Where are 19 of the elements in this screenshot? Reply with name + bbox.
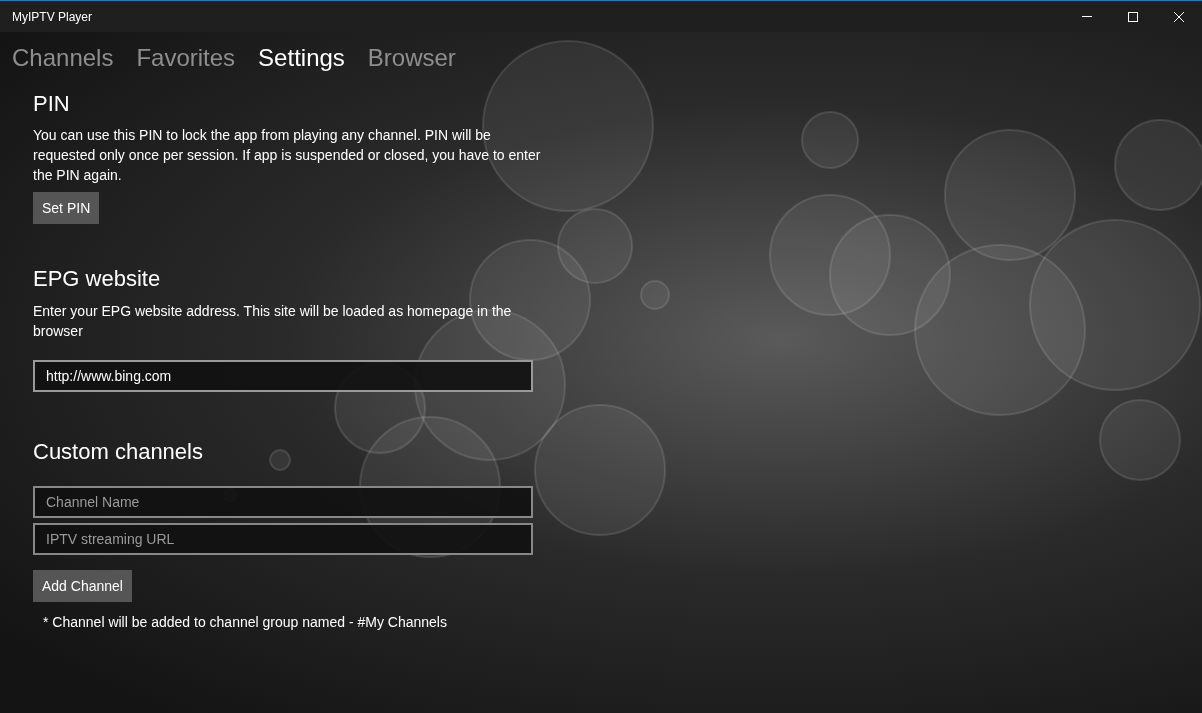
nav-tab[interactable]: Settings (258, 41, 345, 75)
nav-tab[interactable]: Browser (367, 41, 456, 75)
section-description: You can use this PIN to lock the app from playing any channel. PIN will be requested only once per session. If app is suspended or closed, you have to enter the PIN again. (33, 126, 542, 185)
add-channel-button[interactable]: Add Channel (33, 570, 132, 602)
close-icon (1174, 11, 1184, 22)
section-description: Enter your EPG website address. This site will be loaded as homepage in the browser (33, 302, 513, 341)
epg-url-field[interactable]: http://www.bing.com (33, 360, 533, 392)
maximize-icon (1128, 11, 1138, 22)
nav-tab[interactable]: Favorites (136, 41, 236, 75)
note-text: * Channel will be added to channel group named - #My Channels (42, 613, 448, 632)
section-heading: Custom channels (33, 438, 204, 466)
set-pin-button[interactable]: Set PIN (33, 192, 100, 224)
nav-tab[interactable]: Channels (12, 41, 114, 75)
section-heading: PIN (33, 90, 71, 118)
window-title: MyIPTV Player (11, 8, 92, 26)
input-field[interactable]: Channel Name (33, 486, 533, 518)
minimize-icon (1082, 16, 1092, 17)
input-field[interactable]: IPTV streaming URL (33, 523, 533, 555)
section-heading: EPG website (33, 265, 162, 293)
